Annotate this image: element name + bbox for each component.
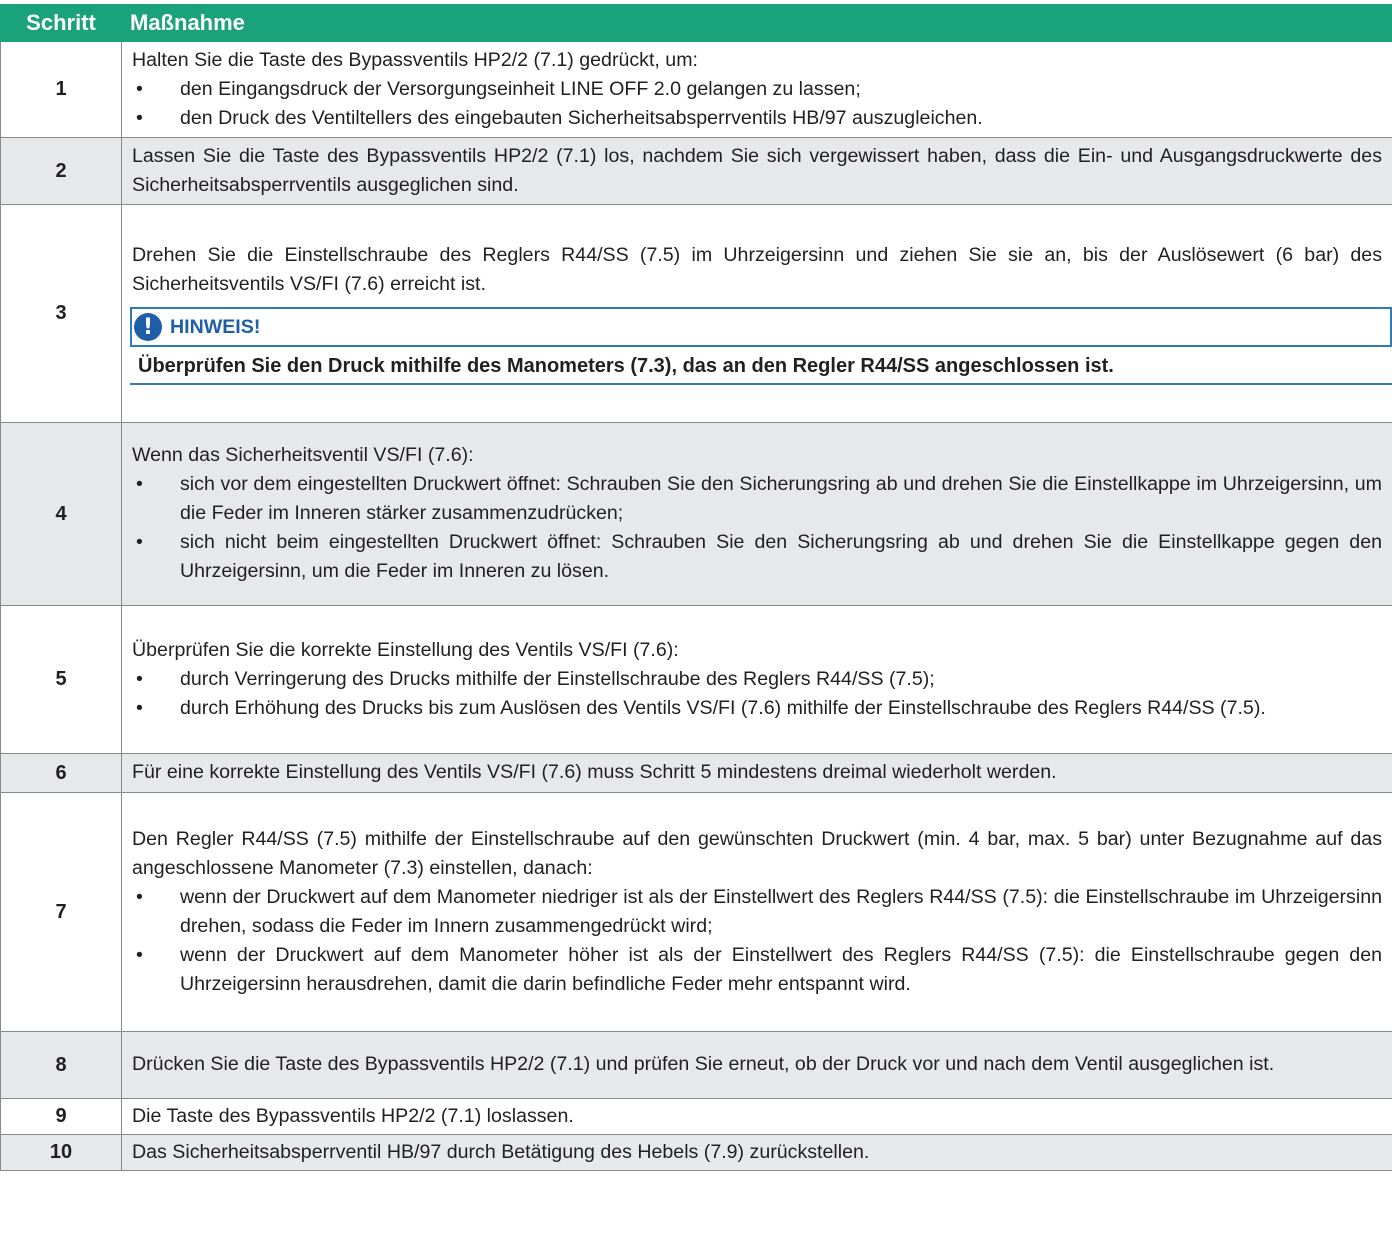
bullet-icon: • [136,885,143,908]
step-number: 10 [0,1134,122,1171]
bullet-icon: • [136,696,143,719]
bullet-icon: • [136,943,143,966]
notice-header: ! HINWEIS! [130,307,1392,347]
step-text: Halten Sie die Taste des Bypassventils H… [132,48,698,71]
table-row: 2 Lassen Sie die Taste des Bypassventils… [0,137,1392,205]
bullet-item: • den Eingangsdruck der Versorgungseinhei… [132,75,1382,104]
step-action: Drehen Sie die Einstellschraube des Regl… [121,204,1392,423]
bullet-text: sich nicht beim eingestellten Druckwert … [180,531,1382,582]
notice-text: Überprüfen Sie den Druck mithilfe des Ma… [130,347,1392,385]
step-action: Das Sicherheitsabsperrventil HB/97 durch… [121,1134,1392,1171]
step-text: Drücken Sie die Taste des Bypassventils … [132,1053,1275,1075]
step-number: 5 [0,605,122,754]
notice-box: ! HINWEIS! Überprüfen Sie den Druck mith… [130,307,1392,385]
bullet-text: sich vor dem eingestellten Druckwert öff… [180,473,1382,524]
table-row: 10 Das Sicherheitsabsperrventil HB/97 du… [0,1134,1392,1171]
bullet-item: • wenn der Druckwert auf dem Manometer ni… [132,883,1382,941]
bullet-item: • durch Erhöhung des Drucks bis zum Auslö… [132,694,1382,723]
step-action: Drücken Sie die Taste des Bypassventils … [121,1031,1392,1099]
step-number: 7 [0,792,122,1032]
bullet-text: wenn der Druckwert auf dem Manometer nie… [180,885,1382,937]
table-header-row: Schritt Maßnahme [0,4,1392,42]
bullet-item: • sich vor dem eingestellten Druckwert öf… [132,470,1382,528]
step-number: 4 [0,422,122,606]
step-text: Für eine korrekte Einstellung des Ventil… [132,761,1057,783]
bullet-text: durch Verringerung des Drucks mithilfe d… [180,667,935,690]
table-row: 9 Die Taste des Bypassventils HP2/2 (7.1… [0,1098,1392,1135]
step-number: 9 [0,1098,122,1135]
step-number: 3 [0,204,122,423]
step-text: Den Regler R44/SS (7.5) mithilfe der Ein… [132,827,1382,879]
bullet-text: den Druck des Ventiltellers des eingebau… [180,106,983,129]
step-number: 2 [0,137,122,205]
procedure-table: Schritt Maßnahme 1 Halten Sie die Taste … [0,4,1392,1171]
step-action: Lassen Sie die Taste des Bypassventils H… [121,137,1392,205]
step-action: Wenn das Sicherheitsventil VS/FI (7.6): … [121,422,1392,606]
bullet-icon: • [136,77,143,100]
header-step: Schritt [0,4,122,42]
header-action: Maßnahme [121,4,1392,42]
exclamation-icon: ! [134,313,162,341]
bullet-item: • den Druck des Ventiltellers des eingeba… [132,104,1382,133]
bullet-text: durch Erhöhung des Drucks bis zum Auslös… [180,696,1266,719]
step-text: Lassen Sie die Taste des Bypassventils H… [132,144,1382,196]
bullet-icon: • [136,667,143,690]
step-text: Drehen Sie die Einstellschraube des Regl… [132,244,1382,295]
bullet-item: • wenn der Druckwert auf dem Manometer hö… [132,941,1382,999]
step-text: Wenn das Sicherheitsventil VS/FI (7.6): [132,444,474,466]
step-text: Das Sicherheitsabsperrventil HB/97 durch… [132,1140,870,1163]
step-number: 1 [0,41,122,138]
step-action: Für eine korrekte Einstellung des Ventil… [121,753,1392,793]
bullet-icon: • [136,531,143,553]
bullet-icon: • [136,473,143,495]
bullet-item: • durch Verringerung des Drucks mithilfe … [132,665,1382,694]
bullet-text: wenn der Druckwert auf dem Manometer höh… [180,943,1382,995]
notice-title: HINWEIS! [170,315,261,338]
step-number: 8 [0,1031,122,1099]
bullet-item: • sich nicht beim eingestellten Druckwert… [132,528,1382,586]
table-row: 7 Den Regler R44/SS (7.5) mithilfe der E… [0,792,1392,1032]
step-number: 6 [0,753,122,793]
bullet-icon: • [136,106,143,129]
table-row: 8 Drücken Sie die Taste des Bypassventil… [0,1031,1392,1099]
table-row: 1 Halten Sie die Taste des Bypassventils… [0,41,1392,138]
step-action: Überprüfen Sie die korrekte Einstellung … [121,605,1392,754]
step-action: Halten Sie die Taste des Bypassventils H… [121,41,1392,138]
table-row: 5 Überprüfen Sie die korrekte Einstellun… [0,605,1392,754]
step-action: Die Taste des Bypassventils HP2/2 (7.1) … [121,1098,1392,1135]
step-text: Überprüfen Sie die korrekte Einstellung … [132,638,679,661]
table-row: 3 Drehen Sie die Einstellschraube des Re… [0,204,1392,423]
step-text: Die Taste des Bypassventils HP2/2 (7.1) … [132,1104,574,1127]
bullet-text: den Eingangsdruck der Versorgungseinheit… [180,77,861,100]
table-row: 6 Für eine korrekte Einstellung des Vent… [0,753,1392,793]
step-action: Den Regler R44/SS (7.5) mithilfe der Ein… [121,792,1392,1032]
table-row: 4 Wenn das Sicherheitsventil VS/FI (7.6)… [0,422,1392,606]
